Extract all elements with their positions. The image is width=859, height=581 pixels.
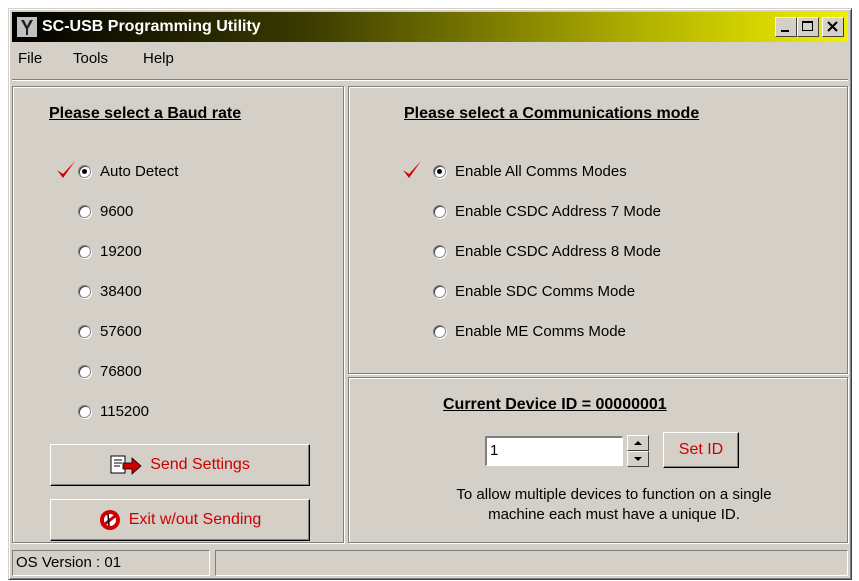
status-pane-right [215, 550, 848, 576]
baud-option-label: 9600 [100, 202, 134, 220]
close-icon [827, 21, 838, 32]
radio-button[interactable] [433, 244, 446, 258]
radio-button[interactable] [78, 284, 91, 298]
checkmark-icon [57, 161, 75, 178]
comms-option-label: Enable All Comms Modes [455, 162, 627, 180]
minimize-icon [781, 30, 789, 32]
baud-rate-panel: Please select a Baud rate Auto Detect 96… [12, 86, 344, 543]
radio-button[interactable] [433, 284, 446, 298]
baud-option-label: Auto Detect [100, 162, 179, 180]
comms-option-label: Enable SDC Comms Mode [455, 282, 636, 300]
radio-button[interactable] [78, 244, 91, 258]
baud-option-115200[interactable]: 115200 [78, 399, 149, 423]
device-id-input[interactable]: 1 [485, 436, 623, 466]
comms-mode-panel: Please select a Communications mode Enab… [348, 86, 848, 374]
maximize-icon [802, 21, 813, 31]
baud-option-label: 115200 [100, 402, 149, 420]
comms-option-csdc-8[interactable]: Enable CSDC Address 8 Mode [433, 239, 661, 263]
menu-separator [12, 79, 848, 81]
menu-file[interactable]: File [18, 50, 42, 67]
baud-option-19200[interactable]: 19200 [78, 239, 142, 263]
set-id-button[interactable]: Set ID [663, 432, 739, 468]
device-id-title: Current Device ID = 00000001 [443, 396, 667, 413]
send-settings-label: Send Settings [150, 456, 250, 473]
checkmark-icon [403, 161, 421, 178]
baud-option-label: 19200 [100, 242, 142, 260]
radio-button[interactable] [78, 404, 91, 418]
baud-option-76800[interactable]: 76800 [78, 359, 142, 383]
title-bar[interactable]: SC-USB Programming Utility [12, 12, 848, 42]
exit-without-sending-button[interactable]: Exit w/out Sending [50, 499, 310, 541]
radio-button[interactable] [433, 164, 446, 178]
status-bar: OS Version : 01 [12, 546, 848, 576]
minimize-button[interactable] [775, 17, 797, 37]
comms-option-all[interactable]: Enable All Comms Modes [433, 159, 627, 183]
device-id-note-line-1: To allow multiple devices to function on… [456, 486, 772, 503]
baud-rate-title: Please select a Baud rate [49, 105, 242, 122]
radio-button[interactable] [78, 324, 91, 338]
baud-option-auto-detect[interactable]: Auto Detect [78, 159, 178, 183]
arrow-down-icon [634, 457, 642, 461]
spin-down-button[interactable] [627, 451, 649, 467]
main-window: SC-USB Programming Utility File Tools He… [8, 8, 852, 580]
baud-option-label: 76800 [100, 362, 142, 380]
menu-help[interactable]: Help [143, 50, 174, 67]
comms-option-label: Enable CSDC Address 7 Mode [455, 202, 661, 220]
comms-option-label: Enable ME Comms Mode [455, 322, 626, 340]
exit-label: Exit w/out Sending [128, 511, 262, 528]
radio-button[interactable] [78, 204, 91, 218]
comms-option-label: Enable CSDC Address 8 Mode [455, 242, 661, 260]
radio-button[interactable] [433, 204, 446, 218]
device-id-note-line-2: machine each must have a unique ID. [488, 506, 740, 523]
no-entry-icon [99, 510, 120, 530]
baud-option-label: 38400 [100, 282, 142, 300]
radio-button[interactable] [433, 324, 446, 338]
baud-option-9600[interactable]: 9600 [78, 199, 133, 223]
radio-button[interactable] [78, 364, 91, 378]
comms-mode-title: Please select a Communications mode [404, 105, 700, 122]
maximize-button[interactable] [797, 17, 819, 37]
comms-option-me[interactable]: Enable ME Comms Mode [433, 319, 626, 343]
set-id-label: Set ID [678, 441, 724, 458]
baud-option-57600[interactable]: 57600 [78, 319, 142, 343]
spin-up-button[interactable] [627, 435, 649, 451]
baud-option-label: 57600 [100, 322, 142, 340]
os-version-status: OS Version : 01 [12, 550, 210, 576]
radio-button[interactable] [78, 164, 91, 178]
window-title: SC-USB Programming Utility [42, 18, 261, 35]
send-settings-button[interactable]: Send Settings [50, 444, 310, 486]
send-arrow-icon [110, 455, 142, 475]
app-icon [17, 17, 37, 37]
menu-tools[interactable]: Tools [73, 50, 108, 67]
arrow-up-icon [634, 441, 642, 445]
close-button[interactable] [822, 17, 844, 37]
comms-option-sdc[interactable]: Enable SDC Comms Mode [433, 279, 635, 303]
menu-bar: File Tools Help [12, 45, 848, 75]
baud-option-38400[interactable]: 38400 [78, 279, 142, 303]
comms-option-csdc-7[interactable]: Enable CSDC Address 7 Mode [433, 199, 661, 223]
